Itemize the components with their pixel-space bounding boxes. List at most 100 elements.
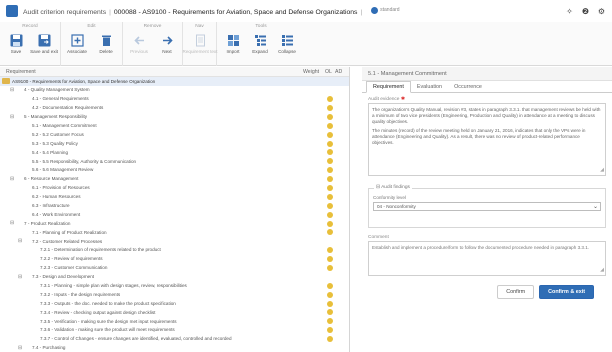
expand-icon <box>253 33 267 47</box>
associate-icon <box>70 33 84 47</box>
tree-row[interactable]: 7.3.7 - Control of Changes - ensure chan… <box>0 335 349 344</box>
tree-row[interactable]: 7.3.6 - Validation - making sure the pro… <box>0 326 349 335</box>
tree-row[interactable]: 7.2.2 - Review of requirements <box>0 255 349 264</box>
collapse-toggle-icon[interactable]: ⊟ <box>10 114 14 120</box>
next-button[interactable]: Next <box>154 33 180 63</box>
tree-row[interactable]: 7.3.2 - Inputs - the design requirements <box>0 290 349 299</box>
window-controls: ✧ ❷ ⚙ <box>565 7 606 16</box>
tree-row[interactable]: ⊟ 7 - Product Realization <box>0 219 349 228</box>
status-indicator-icon <box>327 184 333 191</box>
column-header-weight[interactable]: Weight <box>303 69 325 75</box>
tree-row[interactable]: AS9100 - Requirements for Aviation, Spac… <box>0 77 349 86</box>
comment-textarea[interactable]: Establish and implement a procedure/form… <box>368 241 606 276</box>
tree-header: Requirement Weight OL AD <box>0 67 349 77</box>
tree-row[interactable]: 6.1 - Provision of Resources <box>0 184 349 193</box>
title-separator: | <box>360 8 363 16</box>
tree-row[interactable]: 7.1 - Planning of Product Realization <box>0 228 349 237</box>
collapse-toggle-icon[interactable]: ⊟ <box>10 220 14 226</box>
tree-row[interactable]: ⊟ 6 - Resource Management <box>0 175 349 184</box>
save-exit-icon <box>37 33 51 47</box>
previous-button[interactable]: Previous <box>126 33 152 63</box>
tree-row-label: 4.1 - General Requirements <box>32 96 89 102</box>
toolbar-group-label: Edit <box>87 24 96 29</box>
tree-row[interactable]: 7.3.1 - Planning - simple plan with desi… <box>0 281 349 290</box>
collapse-toggle-icon[interactable]: ⊟ <box>18 238 22 244</box>
status-indicator-icon <box>327 122 333 129</box>
tree-row[interactable]: 4.2 - Documentation Requirements <box>0 104 349 113</box>
collapse-button[interactable]: Collapse <box>274 33 300 63</box>
collapse-toggle-icon[interactable]: ⊟ <box>10 176 14 182</box>
save-and-exit-label: Save and exit <box>30 49 58 54</box>
column-header-ad[interactable]: AD <box>335 69 349 75</box>
import-button[interactable]: Import <box>220 33 246 63</box>
tree-row[interactable]: 5.6 - 5.6 Management Review <box>0 166 349 175</box>
tree-row[interactable]: 7.2.1 - Determination of requirements re… <box>0 246 349 255</box>
save-and-exit-button[interactable]: Save and exit <box>30 33 58 63</box>
tab-requirement[interactable]: Requirement <box>366 81 411 93</box>
settings-icon[interactable]: ⚙ <box>597 7 606 16</box>
tree-row[interactable]: ⊟ 7.4 - Purchasing <box>0 344 349 352</box>
title-bar: Audit criterion requirements | 000088 - AS… <box>0 0 612 22</box>
tree-row-label: 4.2 - Documentation Requirements <box>32 105 104 111</box>
tree-row[interactable]: 5.1 - Management Commitment <box>0 121 349 130</box>
tree-row[interactable]: ⊟ 7.3 - Design and Development <box>0 273 349 282</box>
status-indicator-icon <box>327 167 333 174</box>
tree-row-label: 7.2.3 - Customer Communication <box>40 265 108 271</box>
tree-row[interactable]: 7.2.3 - Customer Communication <box>0 264 349 273</box>
sparkle-icon[interactable]: ✧ <box>565 7 574 16</box>
comment-label: Comment <box>368 235 389 240</box>
status-indicator-icon <box>327 140 333 147</box>
tree-row[interactable]: ⊟ 7.2 - Customer Related Processes <box>0 237 349 246</box>
tree-row-label: 7.3.5 - Verification - making sure the d… <box>40 318 177 324</box>
tree-row-label: 7.4 - Purchasing <box>32 345 66 351</box>
conformity-level-value: 04 - Nonconformity <box>377 204 416 209</box>
arrow-right-icon <box>160 33 174 47</box>
tab-occurrence[interactable]: Occurrence <box>448 82 488 92</box>
tree-row[interactable]: 7.3.3 - Outputs - the doc. needed to mak… <box>0 299 349 308</box>
tree-row[interactable]: 6.4 - Work Environment <box>0 210 349 219</box>
confirm-and-exit-button[interactable]: Confirm & exit <box>539 285 594 299</box>
tree-row[interactable]: 5.2 - 5.2 Customer Focus <box>0 130 349 139</box>
status-indicator-icon <box>327 193 333 200</box>
audit-evidence-textarea[interactable]: The organization's Quality Manual, revis… <box>368 103 606 176</box>
status-indicator-icon <box>327 247 333 254</box>
help-icon[interactable]: ❷ <box>581 7 590 16</box>
expand-button[interactable]: Expand <box>247 33 273 63</box>
requirement-text-button[interactable]: Requirement text <box>183 33 218 63</box>
collapse-toggle-icon[interactable]: ⊟ <box>18 274 22 280</box>
previous-label: Previous <box>130 49 148 54</box>
tree-row[interactable]: 5.3 - 5.3 Quality Policy <box>0 139 349 148</box>
tree-row[interactable]: 5.5 - 5.5 Responsibility, Authority & Co… <box>0 157 349 166</box>
tree-row[interactable]: 6.3 - Infrastructure <box>0 201 349 210</box>
collapse-toggle-icon[interactable]: ⊟ <box>10 87 14 93</box>
collapse-toggle-icon[interactable]: ⊟ <box>18 345 22 351</box>
column-header-requirement[interactable]: Requirement <box>0 69 303 75</box>
resize-handle-icon[interactable]: ◢ <box>600 167 604 174</box>
save-label: Save <box>10 49 22 54</box>
tree-row[interactable]: 6.2 - Human Resources <box>0 193 349 202</box>
delete-button[interactable]: Delete <box>93 33 119 63</box>
conformity-level-select[interactable]: 04 - Nonconformity ⌄ <box>373 202 601 211</box>
tree-row-label: 5.5 - 5.5 Responsibility, Authority & Co… <box>32 158 137 164</box>
associate-button[interactable]: Associate <box>64 33 90 63</box>
column-header-ol[interactable]: OL <box>325 69 335 75</box>
tab-evaluation[interactable]: Evaluation <box>411 82 448 92</box>
tree-row-label: 6 - Resource Management <box>24 176 79 182</box>
import-label: Import <box>226 49 240 54</box>
tree-row-label: 7.2.2 - Review of requirements <box>40 256 103 262</box>
import-icon <box>226 33 240 47</box>
tree-row[interactable]: 7.3.4 - Review - checking output against… <box>0 308 349 317</box>
tree-row[interactable]: 4.1 - General Requirements <box>0 95 349 104</box>
window-title-prefix: Audit criterion requirements <box>23 8 107 16</box>
resize-handle-icon[interactable]: ◢ <box>600 267 604 274</box>
tree-row[interactable]: 7.3.5 - Verification - making sure the d… <box>0 317 349 326</box>
tree-row-label: 5 - Management Responsibility <box>24 114 88 120</box>
tree-row[interactable]: 5.4 - 5.4 Planning <box>0 148 349 157</box>
save-button[interactable]: Save <box>3 33 29 63</box>
tree-row[interactable]: ⊟ 4 - Quality Management System <box>0 86 349 95</box>
confirm-button[interactable]: Confirm <box>497 285 535 299</box>
tree-row[interactable]: ⊟ 5 - Management Responsibility <box>0 113 349 122</box>
toolbar: Record Save Save and exit Edit Associate… <box>0 22 612 66</box>
tree-row-label: 7.1 - Planning of Product Realization <box>32 229 107 235</box>
tree-row-label: 6.1 - Provision of Resources <box>32 185 90 191</box>
